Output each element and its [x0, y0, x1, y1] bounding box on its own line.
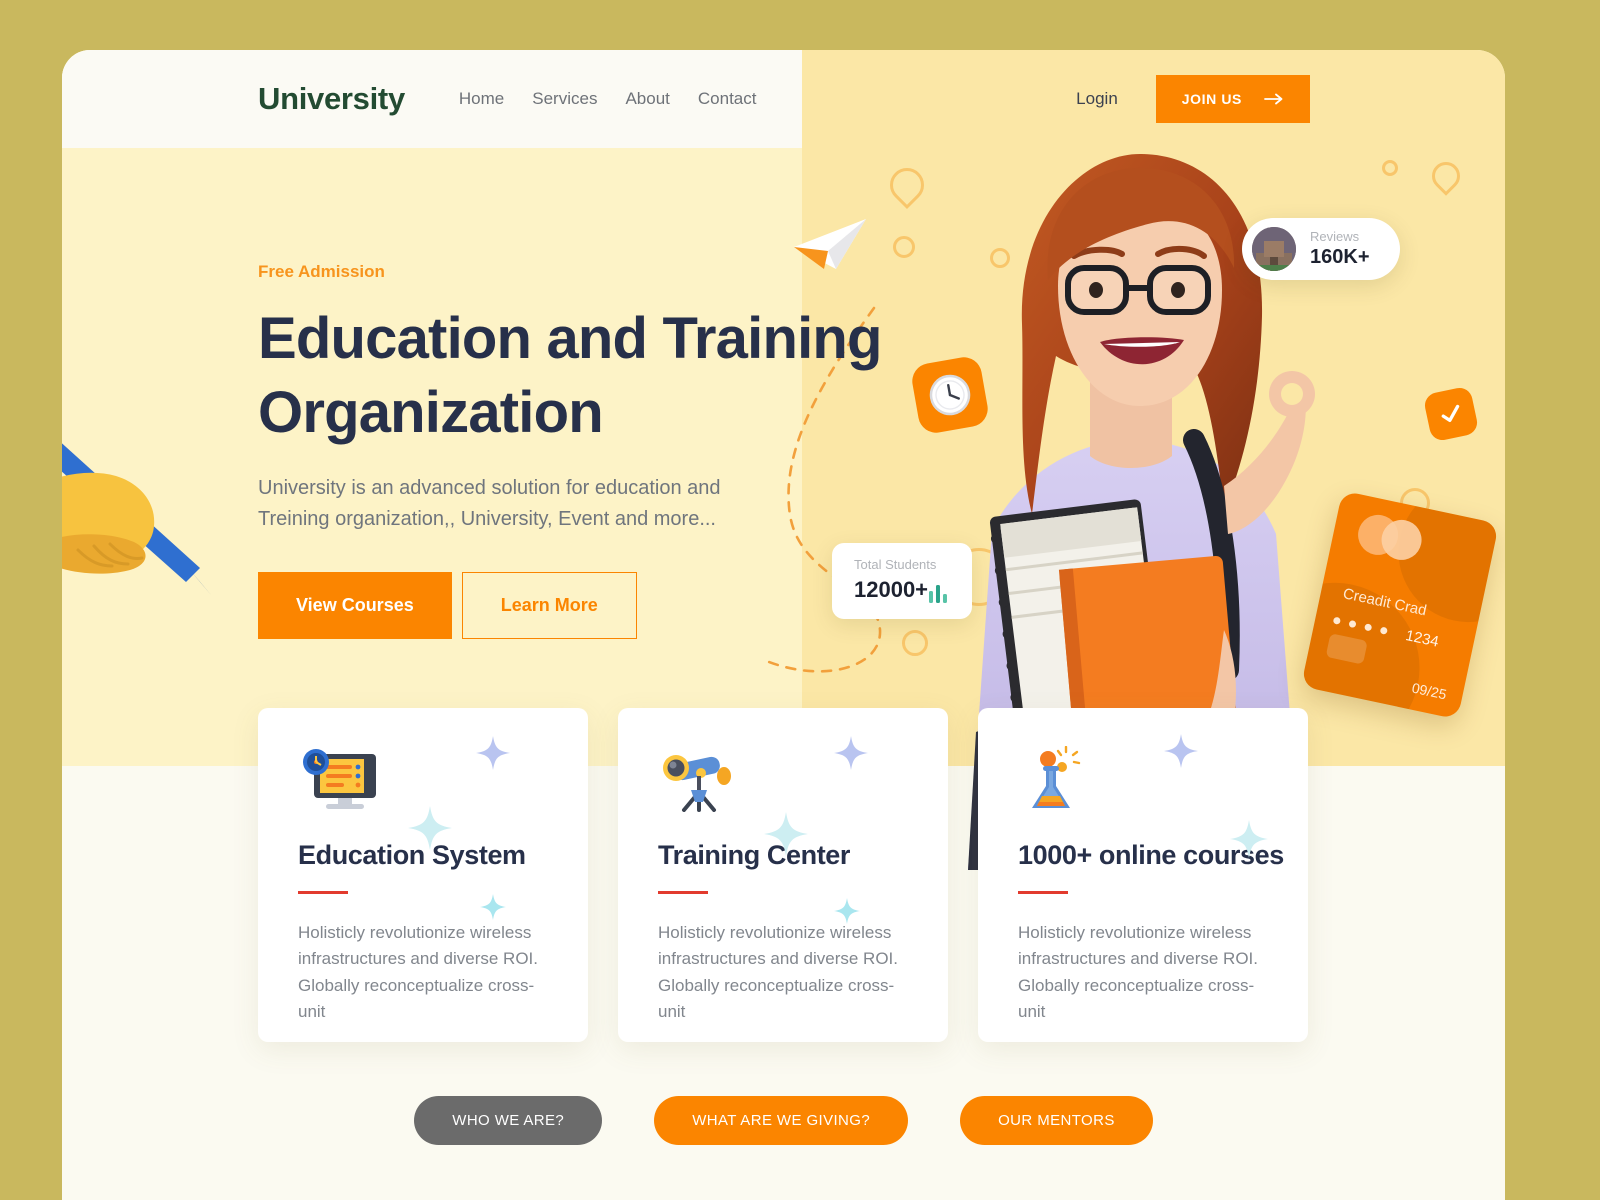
credit-card-expiry: 09/25 [1410, 679, 1449, 703]
feature-card-training-center[interactable]: Training Center Holisticly revolutionize… [618, 708, 948, 1042]
feature-card-online-courses[interactable]: 1000+ online courses Holisticly revoluti… [978, 708, 1308, 1042]
campus-building-photo [1252, 227, 1296, 271]
login-link[interactable]: Login [1076, 89, 1118, 109]
sparkle-icon [480, 894, 506, 920]
flask-icon [1018, 745, 1268, 812]
feature-divider [1018, 891, 1068, 894]
total-students-row: 12000+ [854, 577, 950, 603]
monitor-clock-icon [298, 746, 548, 812]
feature-title: 1000+ online courses [1018, 840, 1284, 870]
pill-what-are-we-giving[interactable]: WHAT ARE WE GIVING? [654, 1096, 909, 1145]
pill-our-mentors[interactable]: OUR MENTORS [960, 1096, 1153, 1145]
arrow-right-icon [1264, 93, 1283, 105]
feature-divider [658, 891, 708, 894]
header-actions: Login JOIN US [802, 50, 1505, 148]
nav-item-services[interactable]: Services [532, 89, 597, 109]
total-students-card: Total Students 12000+ [832, 543, 972, 619]
bar-chart-icon [929, 585, 948, 603]
hand-writing-illustration [62, 443, 212, 596]
hero-subtitle: University is an advanced solution for e… [258, 477, 721, 530]
feature-title: Education System [298, 840, 526, 870]
reviews-card: Reviews 160K+ [1242, 218, 1400, 280]
site-canvas: University Home Services About Contact L… [62, 50, 1505, 1200]
nav-item-home[interactable]: Home [459, 89, 504, 109]
feature-title: Training Center [658, 840, 851, 870]
total-students-value: 12000+ [854, 577, 929, 602]
hero-actions: View Courses Learn More [258, 572, 918, 640]
feature-card-education-system[interactable]: Education System Holisticly revolutioniz… [258, 708, 588, 1042]
reviews-value: 160K+ [1310, 246, 1370, 268]
check-icon [1441, 404, 1460, 423]
join-us-label: JOIN US [1181, 91, 1242, 107]
page-title: Education and Training Organization [258, 306, 882, 445]
telescope-icon [658, 746, 908, 812]
page-root: University Home Services About Contact L… [0, 0, 1600, 1200]
feature-text: Holisticly revolutionize wireless infras… [298, 923, 538, 1022]
section-pills: WHO WE ARE? WHAT ARE WE GIVING? OUR MENT… [62, 1096, 1505, 1145]
hero-copy: Free Admission Education and Training Or… [258, 262, 918, 640]
feature-text: Holisticly revolutionize wireless infras… [658, 923, 898, 1022]
clock-icon [929, 374, 971, 416]
reviews-label: Reviews [1310, 229, 1360, 244]
feature-cards: Education System Holisticly revolutioniz… [258, 708, 1308, 1042]
site-header: University Home Services About Contact [62, 50, 802, 148]
nav-item-contact[interactable]: Contact [698, 89, 757, 109]
total-students-label: Total Students [854, 557, 937, 572]
clock-badge [909, 354, 991, 436]
reviews-text: Reviews 160K+ [1310, 229, 1370, 269]
pill-who-we-are[interactable]: WHO WE ARE? [414, 1096, 603, 1145]
feature-text: Holisticly revolutionize wireless infras… [1018, 923, 1258, 1022]
feature-divider [298, 891, 348, 894]
learn-more-button[interactable]: Learn More [461, 572, 637, 640]
join-us-button[interactable]: JOIN US [1155, 75, 1310, 123]
view-courses-button[interactable]: View Courses [258, 572, 452, 640]
nav-item-about[interactable]: About [625, 89, 669, 109]
main-nav: Home Services About Contact [459, 89, 757, 109]
hero-eyebrow: Free Admission [258, 262, 385, 281]
logo[interactable]: University [258, 81, 405, 117]
